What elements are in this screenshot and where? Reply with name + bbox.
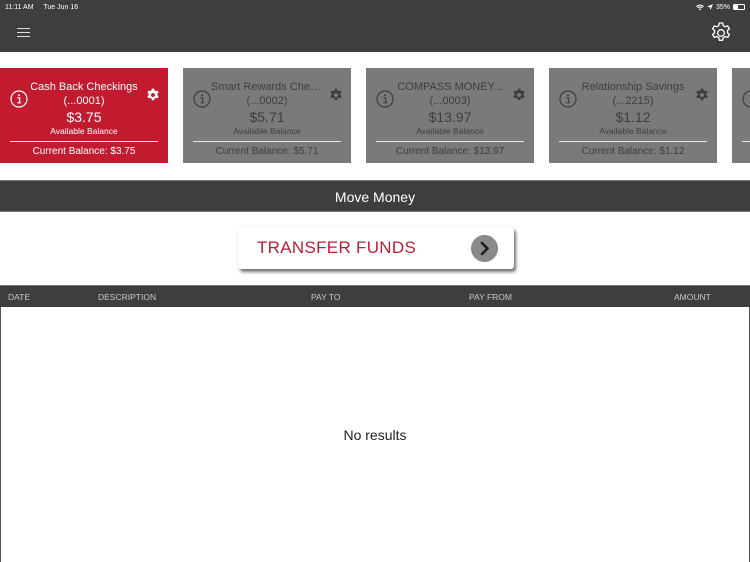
current-balance: Current Balance: $5.71 — [215, 146, 319, 157]
no-results-message: No results — [343, 427, 407, 443]
battery-icon — [733, 4, 745, 10]
transactions-table-body: No results — [0, 307, 750, 562]
chevron-right-icon — [471, 235, 498, 262]
account-card-partial[interactable] — [732, 68, 750, 163]
column-pay-from[interactable]: PAY FROM — [469, 292, 512, 302]
transfer-funds-button[interactable]: TRANSFER FUNDS — [238, 227, 514, 269]
card-divider — [376, 141, 524, 142]
account-card-2[interactable]: Smart Rewards Chec... (...0002) $5.71 Av… — [183, 68, 351, 163]
move-money-header: Move Money — [0, 180, 750, 212]
battery-percent: 35% — [715, 3, 730, 11]
account-card-4[interactable]: Relationship Savings (...2215) $1.12 Ava… — [549, 68, 717, 163]
available-balance: $13.97 — [428, 109, 472, 125]
available-balance-label: Available Balance — [416, 126, 484, 136]
available-balance-label: Available Balance — [233, 126, 301, 136]
available-balance-label: Available Balance — [50, 126, 118, 136]
column-pay-to[interactable]: PAY TO — [311, 292, 340, 302]
transfer-funds-label: TRANSFER FUNDS — [257, 238, 417, 257]
account-name: Relationship Savings — [581, 81, 685, 93]
current-balance: Current Balance: $3.75 — [32, 146, 136, 157]
current-balance: Current Balance: $1.12 — [581, 146, 685, 157]
status-date: Tue Jun 16 — [43, 3, 79, 11]
available-balance-label: Available Balance — [599, 126, 667, 136]
card-divider — [559, 141, 707, 142]
hamburger-menu-icon[interactable] — [16, 25, 32, 39]
transactions-table-header: DATE DESCRIPTION PAY TO PAY FROM AMOUNT — [0, 285, 750, 307]
card-divider — [10, 141, 158, 142]
available-balance: $1.12 — [615, 109, 651, 125]
column-description[interactable]: DESCRIPTION — [98, 292, 156, 302]
wifi-icon — [695, 4, 704, 10]
column-amount[interactable]: AMOUNT — [674, 292, 711, 302]
current-balance: Current Balance: $13.97 — [395, 146, 505, 157]
card-divider — [742, 141, 750, 142]
account-number: (...0001) — [63, 95, 105, 107]
nav-bar — [0, 14, 750, 52]
status-time: 11:11 AM — [5, 3, 34, 11]
account-cards-carousel[interactable]: Cash Back Checkings (...0001) $3.75 Avai… — [0, 68, 750, 163]
info-icon — [742, 90, 750, 108]
settings-gear-icon[interactable] — [709, 21, 733, 45]
column-date[interactable]: DATE — [8, 292, 30, 302]
available-balance: $3.75 — [66, 109, 102, 125]
account-name: COMPASS MONEY... — [397, 81, 503, 93]
account-number: (...0003) — [429, 95, 471, 107]
available-balance: $5.71 — [249, 109, 285, 125]
account-card-1[interactable]: Cash Back Checkings (...0001) $3.75 Avai… — [0, 68, 168, 163]
account-card-3[interactable]: COMPASS MONEY... (...0003) $13.97 Availa… — [366, 68, 534, 163]
account-number: (...0002) — [246, 95, 288, 107]
account-name: Cash Back Checkings — [30, 81, 138, 93]
status-bar: 11:11 AM Tue Jun 16 35% — [0, 0, 750, 14]
account-number: (...2215) — [612, 95, 654, 107]
card-divider — [193, 141, 341, 142]
location-icon — [706, 4, 713, 10]
account-name: Smart Rewards Chec... — [211, 81, 323, 93]
